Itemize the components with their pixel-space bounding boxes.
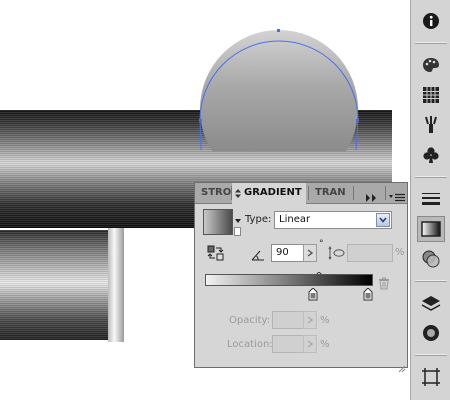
resize-grip-icon (398, 365, 406, 373)
reverse-gradient-button[interactable] (207, 245, 225, 261)
gradient-stop-icon (363, 287, 373, 301)
color-guide-palette-icon (423, 58, 439, 72)
tab-gradient[interactable]: GRADIENT (232, 183, 306, 204)
location-label: Location: (227, 339, 273, 350)
symbols-button[interactable] (417, 142, 445, 168)
layers-button[interactable] (417, 290, 445, 316)
color-guide-button[interactable] (417, 52, 445, 78)
angle-input[interactable]: 90 (271, 244, 304, 262)
type-label: Type: (245, 214, 272, 225)
gradient-midpoint-diamond[interactable] (314, 265, 324, 281)
location-unit: % (320, 339, 330, 350)
transparency-button[interactable] (417, 246, 445, 272)
artboards-button[interactable] (417, 364, 445, 390)
gradient-stop-left[interactable] (308, 286, 318, 301)
tab-transparency[interactable]: TRAN (311, 183, 350, 203)
stroke-lines-icon (422, 193, 440, 205)
aspect-ratio-icon (328, 245, 345, 261)
angle-icon-wrap (251, 246, 265, 261)
layers-icon (421, 296, 441, 311)
panel-resize-grip[interactable] (398, 358, 406, 373)
brushes-button[interactable] (417, 112, 445, 138)
small-pipe-shape[interactable] (0, 230, 110, 340)
swatches-button[interactable] (417, 82, 445, 108)
panel-tab-bar: STRO GRADIENT TRAN (195, 183, 407, 204)
opacity-input[interactable] (272, 311, 304, 329)
artboards-icon (422, 368, 440, 386)
info-button[interactable] (417, 8, 445, 34)
trash-icon (379, 277, 389, 290)
symbols-club-icon (423, 147, 439, 163)
aspect-ratio-input[interactable] (347, 244, 393, 262)
angle-unit: ° (319, 239, 324, 249)
tab-gradient-label: GRADIENT (244, 187, 302, 198)
gradient-button[interactable] (417, 216, 445, 242)
aspect-ratio-unit: % (395, 247, 405, 258)
gradient-slider-bar[interactable] (205, 274, 373, 286)
type-select[interactable]: Linear (274, 211, 392, 229)
location-stepper[interactable] (303, 335, 317, 353)
aspect-ratio-icon-wrap (328, 245, 346, 261)
chevron-right-icon (307, 316, 313, 324)
gradient-swatch[interactable] (203, 209, 233, 235)
opacity-stepper[interactable] (303, 311, 317, 329)
panel-menu-icon (389, 193, 405, 202)
type-select-value: Linear (279, 214, 311, 225)
gradient-stop-icon (308, 287, 318, 301)
expand-panel-button[interactable] (365, 188, 379, 202)
reverse-swatch-box (234, 227, 241, 236)
tab-stroke[interactable]: STRO (197, 183, 235, 203)
brushes-icon (425, 116, 437, 133)
transparency-icon (422, 250, 440, 268)
angle-icon (251, 250, 264, 261)
appearance-button[interactable] (417, 320, 445, 346)
stroke-button[interactable] (417, 186, 445, 212)
chevron-down-icon (379, 217, 387, 223)
chevron-right-icon (307, 249, 313, 257)
gradient-icon (421, 221, 441, 237)
chevron-right-icon (307, 340, 313, 348)
double-chevron-right-icon (366, 194, 376, 202)
panel-dock-toolbar (410, 0, 450, 400)
opacity-unit: % (320, 315, 330, 326)
type-select-arrow[interactable] (376, 213, 390, 227)
angle-stepper[interactable] (303, 244, 317, 262)
delete-stop-button[interactable] (378, 275, 390, 290)
info-icon (423, 13, 439, 29)
small-pipe-highlight-cap[interactable] (108, 228, 124, 342)
panel-menu-button[interactable] (389, 188, 405, 202)
gradient-stop-right[interactable] (363, 286, 373, 301)
tab-sort-arrows-icon (235, 189, 241, 198)
gradient-panel: STRO GRADIENT TRAN Type: Linear 90 ° % O… (194, 182, 408, 373)
reverse-gradient-icon (207, 245, 224, 261)
location-input[interactable] (272, 335, 304, 353)
swatches-grid-icon (423, 87, 439, 103)
appearance-icon (423, 325, 439, 341)
opacity-label: Opacity: (229, 315, 271, 326)
